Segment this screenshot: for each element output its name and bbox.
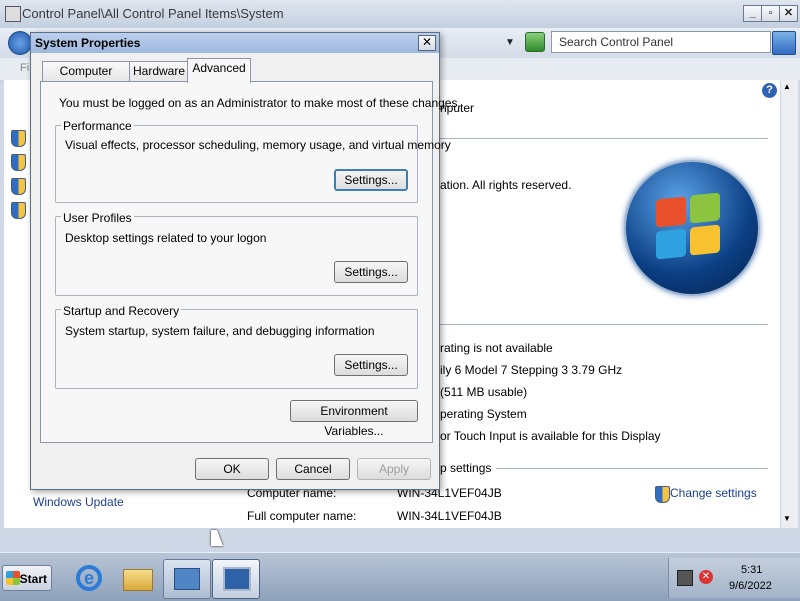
explorer-folder-icon[interactable]: [114, 559, 160, 597]
back-arrow-icon[interactable]: [8, 31, 32, 55]
scroll-down-icon[interactable]: ▼: [783, 514, 791, 523]
user-profiles-group: [55, 216, 418, 296]
search-input[interactable]: Search Control Panel: [551, 31, 771, 53]
ok-button[interactable]: OK: [195, 458, 269, 480]
performance-label: Performance: [61, 119, 134, 133]
full-computer-name-value: WIN-34L1VEF04JB: [397, 509, 502, 523]
shield-icon: [11, 154, 26, 171]
shield-icon: [11, 130, 26, 147]
mouse-cursor: [211, 530, 223, 546]
content-row: or Touch Input is available for this Dis…: [440, 429, 661, 443]
content-row: rating is not available: [440, 341, 553, 355]
full-computer-name-label: Full computer name:: [247, 509, 357, 523]
startup-recovery-settings-button[interactable]: Settings...: [334, 354, 408, 376]
internet-explorer-icon[interactable]: e: [66, 559, 112, 597]
minimize-icon[interactable]: _: [743, 5, 762, 22]
user-profiles-desc: Desktop settings related to your logon: [65, 231, 267, 245]
chevron-down-icon[interactable]: ▼: [505, 37, 515, 48]
tab-advanced[interactable]: Advanced: [187, 58, 251, 83]
user-profiles-label: User Profiles: [61, 211, 134, 225]
dialog-titlebar: System Properties ✕: [31, 33, 439, 53]
content-row: ily 6 Model 7 Stepping 3 3.79 GHz: [440, 363, 623, 377]
refresh-icon[interactable]: [525, 32, 545, 52]
maximize-icon[interactable]: ▫: [761, 5, 780, 22]
divider: [440, 324, 768, 325]
environment-variables-button[interactable]: Environment Variables...: [290, 400, 418, 438]
change-settings-link[interactable]: Change settings: [670, 486, 757, 500]
windows-update-link[interactable]: Windows Update: [33, 495, 124, 509]
shield-icon: [655, 486, 670, 503]
window-title: Control Panel\All Control Panel Items\Sy…: [22, 6, 284, 21]
system-tray: ✕ 5:31 9/6/2022: [668, 558, 800, 598]
performance-desc: Visual effects, processor scheduling, me…: [65, 138, 451, 152]
window-titlebar: Control Panel\All Control Panel Items\Sy…: [0, 0, 800, 28]
shield-icon: [11, 178, 26, 195]
volume-muted-icon[interactable]: ✕: [699, 570, 713, 584]
dialog-title: System Properties: [35, 36, 141, 50]
user-profiles-settings-button[interactable]: Settings...: [334, 261, 408, 283]
clock-time[interactable]: 5:31: [741, 564, 762, 576]
windows-logo: [624, 160, 760, 296]
shield-icon: [11, 202, 26, 219]
cancel-button[interactable]: Cancel: [276, 458, 350, 480]
clock-date[interactable]: 9/6/2022: [729, 580, 772, 592]
divider: [440, 138, 768, 139]
window-icon: [5, 6, 21, 22]
network-icon[interactable]: [677, 570, 693, 586]
content-row: ation. All rights reserved.: [440, 178, 572, 192]
vertical-scrollbar[interactable]: ▲ ▼: [780, 80, 798, 528]
startup-recovery-desc: System startup, system failure, and debu…: [65, 324, 375, 338]
system-properties-dialog: System Properties ✕ Computer Name Hardwa…: [30, 32, 461, 490]
file-menu[interactable]: Fi: [20, 62, 29, 74]
performance-settings-button[interactable]: Settings...: [334, 169, 408, 191]
search-placeholder: Search Control Panel: [559, 35, 674, 49]
dialog-close-button[interactable]: ✕: [418, 35, 436, 51]
startup-recovery-group: [55, 309, 418, 389]
search-icon[interactable]: [772, 31, 796, 55]
scroll-up-icon[interactable]: ▲: [783, 82, 791, 91]
apply-button[interactable]: Apply: [357, 458, 431, 480]
performance-group: [55, 125, 418, 203]
content-row: (511 MB usable): [440, 385, 528, 399]
close-icon[interactable]: ✕: [779, 5, 798, 22]
windows-flag-icon: [6, 571, 20, 585]
startup-recovery-label: Startup and Recovery: [61, 304, 182, 318]
server-manager-icon[interactable]: [163, 559, 211, 599]
section-heading: p settings: [440, 461, 492, 475]
control-panel-icon[interactable]: [212, 559, 260, 599]
tab-hardware[interactable]: Hardware: [129, 61, 189, 82]
tab-computer-name[interactable]: Computer Name: [42, 61, 130, 97]
advanced-tab-panel: You must be logged on as an Administrato…: [40, 81, 461, 443]
help-icon[interactable]: ?: [762, 83, 777, 98]
content-row: perating System: [440, 407, 527, 421]
divider: [496, 468, 768, 469]
admin-note: You must be logged on as an Administrato…: [59, 96, 461, 110]
